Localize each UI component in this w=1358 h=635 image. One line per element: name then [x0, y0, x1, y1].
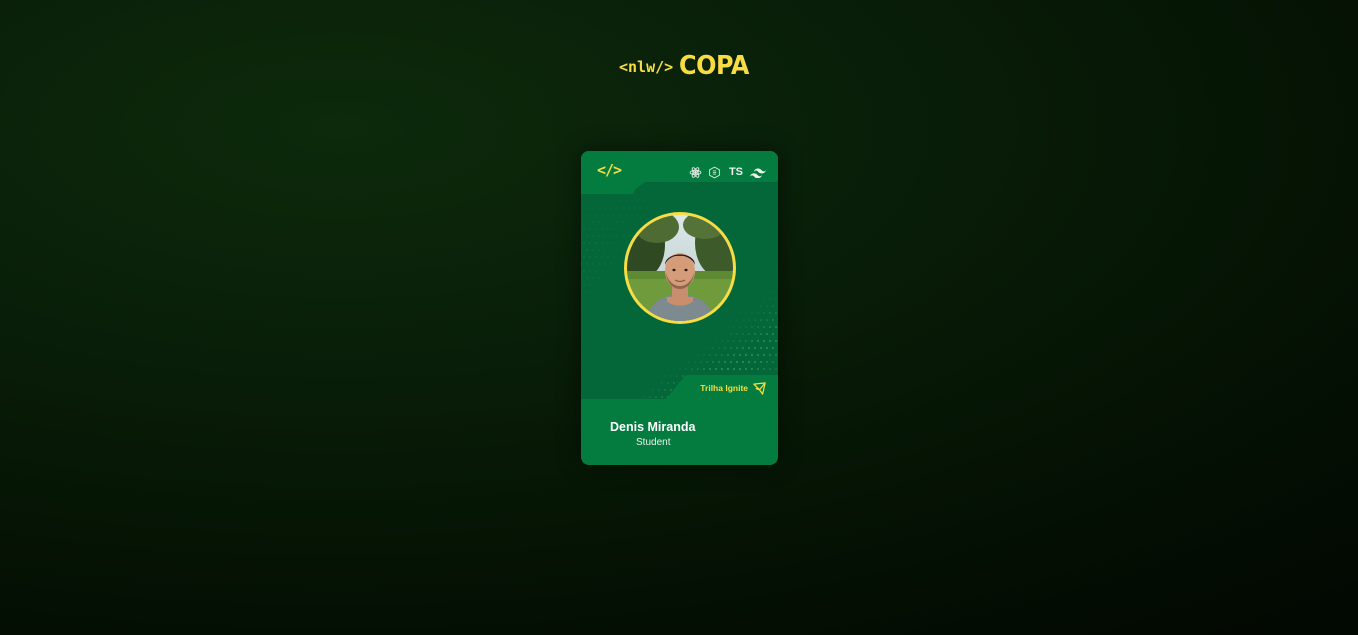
- code-icon: </>: [597, 161, 622, 179]
- app-logo: <nlw/> COPA: [619, 52, 755, 80]
- tech-stack: TS: [689, 165, 766, 179]
- ts-icon: TS: [728, 166, 743, 178]
- logo-prefix: <nlw/>: [619, 58, 674, 76]
- track-badge-strip: [666, 375, 778, 399]
- rocket-icon: [752, 381, 767, 396]
- profile-card: </> TS Trilha Ignite Denis Miranda Stude…: [581, 151, 778, 465]
- tailwind-icon: [750, 165, 766, 179]
- react-icon: [689, 165, 703, 179]
- logo-title: COPA: [679, 51, 750, 81]
- avatar: [627, 215, 733, 321]
- track-label: Trilha Ignite: [700, 383, 748, 393]
- user-role: Student: [636, 437, 671, 448]
- avatar-ring: [624, 212, 736, 324]
- nodejs-icon: [708, 165, 722, 179]
- user-name: Denis Miranda: [610, 420, 696, 434]
